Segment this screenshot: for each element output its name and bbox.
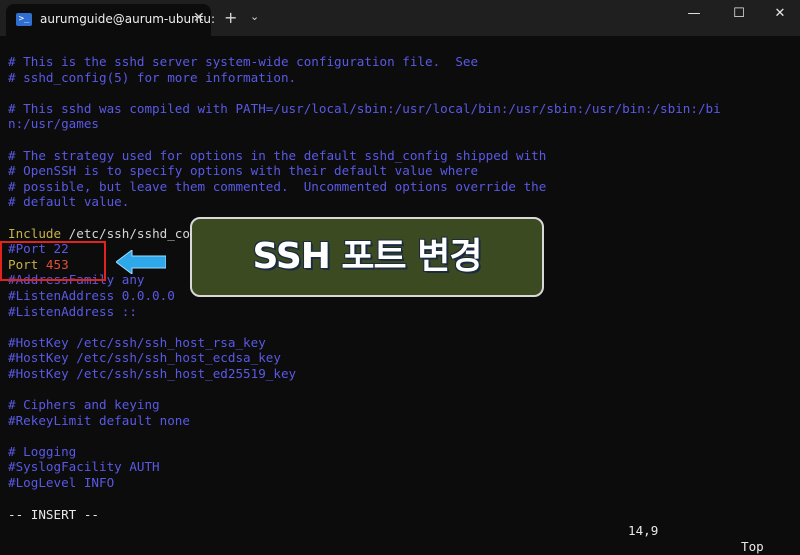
powershell-icon: >_ [16,13,32,26]
callout-text: SSH 포트 변경 [252,236,483,277]
buffer-line: # sshd_config(5) for more information. [8,70,798,86]
comment-text: # OpenSSH is to specify options with the… [8,163,479,179]
buffer-line: #HostKey /etc/ssh/ssh_host_rsa_key [8,335,798,351]
buffer-line: # default value. [8,194,798,210]
comment-text: #ListenAddress :: [8,303,137,319]
buffer-line: n:/usr/games [8,116,798,132]
vim-status-line: -- INSERT -- 14,9 Top [8,491,788,554]
buffer-line: #ListenAddress :: [8,304,798,320]
buffer-line: #LogLevel INFO [8,475,798,491]
comment-text: # sshd_config(5) for more information. [8,69,297,85]
close-window-button[interactable]: ✕ [765,6,795,26]
cursor-position: 14,9 [628,523,659,538]
buffer-line [8,381,798,397]
buffer-line [8,319,798,335]
buffer-line [8,428,798,444]
buffer-line [8,85,798,101]
comment-text: # The strategy used for options in the d… [8,147,547,163]
buffer-line: # Ciphers and keying [8,397,798,413]
comment-text: # Logging [8,443,77,459]
new-tab-button[interactable]: + [224,8,237,27]
comment-text: #HostKey /etc/ssh/ssh_host_rsa_key [8,334,266,350]
tab-title: aurumguide@aurum-ubuntu: [40,12,216,26]
title-bar: >_ aurumguide@aurum-ubuntu: ✕ + ⌄ — ☐ ✕ [0,0,800,36]
tab-dropdown-icon[interactable]: ⌄ [250,10,259,23]
buffer-line: # The strategy used for options in the d… [8,148,798,164]
tab-close-icon[interactable]: ✕ [193,10,205,26]
include-keyword: Include [8,225,62,241]
comment-text: # Ciphers and keying [8,397,160,413]
buffer-line: #HostKey /etc/ssh/ssh_host_ecdsa_key [8,350,798,366]
maximize-button[interactable]: ☐ [724,6,754,26]
buffer-line: # This sshd was compiled with PATH=/usr/… [8,101,798,117]
comment-text: # default value. [8,194,130,210]
left-arrow-icon [116,250,166,274]
buffer-line: #SyslogFacility AUTH [8,459,798,475]
comment-text: #LogLevel INFO [8,475,115,491]
minimize-button[interactable]: — [679,6,709,26]
comment-text: #HostKey /etc/ssh/ssh_host_ecdsa_key [8,350,281,366]
comment-text: # possible, but leave them commented. Un… [8,178,547,194]
buffer-line: # This is the sshd server system-wide co… [8,54,798,70]
scroll-position: Top [741,539,764,554]
buffer-line: #RekeyLimit default none [8,413,798,429]
buffer-line [8,132,798,148]
comment-text: # This sshd was compiled with PATH=/usr/… [8,100,721,116]
comment-text: #RekeyLimit default none [8,412,190,428]
comment-text: #ListenAddress 0.0.0.0 [8,287,175,303]
terminal-tab[interactable]: >_ aurumguide@aurum-ubuntu: ✕ [6,4,215,36]
port-highlight-box [0,241,106,281]
annotation-callout: SSH 포트 변경 [190,217,544,297]
comment-text: n:/usr/games [8,116,99,132]
mode-indicator: -- INSERT -- [8,507,99,522]
buffer-line: # possible, but leave them commented. Un… [8,179,798,195]
comment-text: #SyslogFacility AUTH [8,459,160,475]
buffer-line: #HostKey /etc/ssh/ssh_host_ed25519_key [8,366,798,382]
buffer-line: # Logging [8,444,798,460]
comment-text: #HostKey /etc/ssh/ssh_host_ed25519_key [8,365,297,381]
comment-text: # This is the sshd server system-wide co… [8,54,479,69]
buffer-line: # OpenSSH is to specify options with the… [8,163,798,179]
